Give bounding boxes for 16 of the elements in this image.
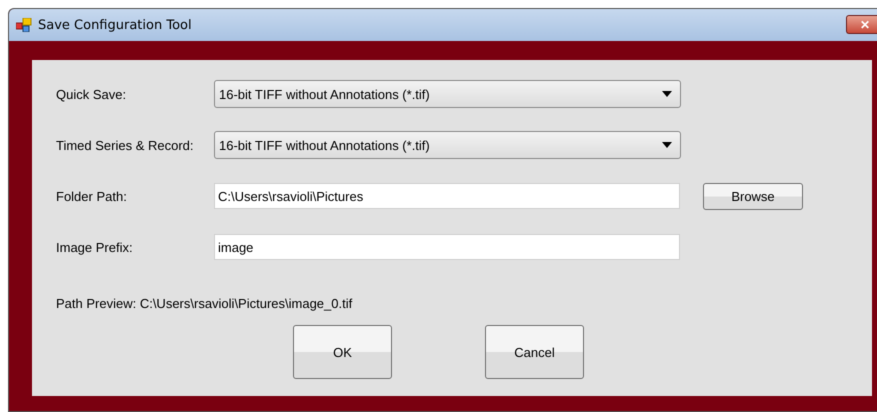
app-icon — [16, 18, 32, 32]
path-preview: Path Preview: C:\Users\rsavioli\Pictures\image_0.tif — [56, 296, 354, 311]
format-dropdown[interactable]: 16-bit TIFF without Annotations (*.tif) — [214, 80, 681, 108]
browse-button[interactable]: Browse — [703, 182, 803, 210]
caret-icon — [662, 142, 672, 148]
dialog-button[interactable]: Cancel — [485, 325, 584, 379]
field-label: Image Prefix: — [56, 240, 134, 254]
field-label: Quick Save: — [56, 86, 128, 102]
field-label: Folder Path: — [56, 188, 128, 204]
format-dropdown[interactable]: 16-bit TIFF without Annotations (*.tif) — [214, 131, 681, 159]
window-title: Save Configuration Tool — [38, 18, 192, 32]
input-field[interactable]: image — [214, 234, 680, 260]
dialog-button[interactable]: OK — [293, 325, 392, 379]
field-label: Timed Series & Record: — [56, 138, 195, 152]
caret-icon — [662, 91, 672, 97]
input-field[interactable]: C:\Users\rsavioli\Pictures — [214, 183, 680, 209]
